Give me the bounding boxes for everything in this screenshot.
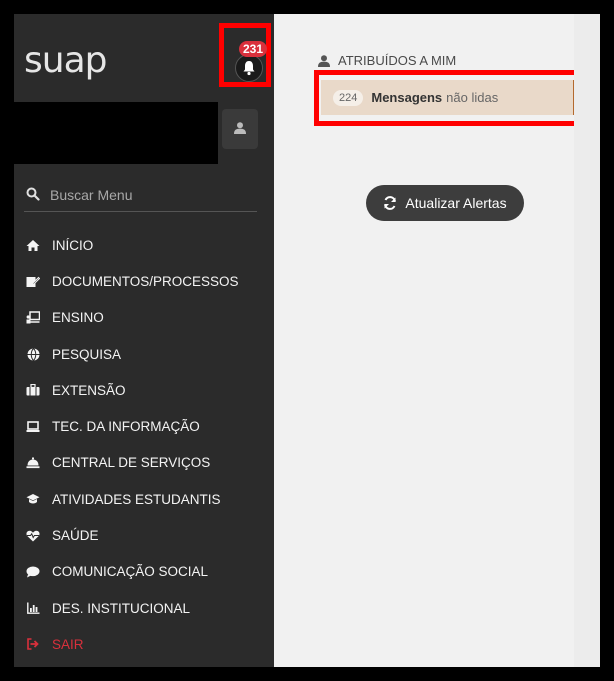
home-icon xyxy=(26,238,40,252)
menu-item-inicio[interactable]: INÍCIO xyxy=(14,227,274,263)
menu-item-comunicacao-social[interactable]: COMUNICAÇÃO SOCIAL xyxy=(14,554,274,590)
notification-count-badge: 231 xyxy=(239,41,268,57)
sidebar: suap 231 Buscar Menu INÍCIO DOCUMENTOS/P… xyxy=(14,14,274,667)
heartbeat-icon xyxy=(26,529,40,543)
laptop-icon xyxy=(26,420,40,434)
menu-item-label: DOCUMENTOS/PROCESSOS xyxy=(52,273,239,289)
menu-item-label: SAIR xyxy=(52,636,84,652)
search-input[interactable] xyxy=(50,183,250,207)
right-panel xyxy=(574,14,600,667)
chat-bubble-icon xyxy=(26,565,40,579)
menu-item-extensao[interactable]: EXTENSÃO xyxy=(14,372,274,408)
suap-logo[interactable]: suap xyxy=(24,40,107,81)
user-info xyxy=(14,102,218,164)
globe-icon xyxy=(26,347,40,361)
alert-title: Mensagens xyxy=(371,90,443,105)
notifications-highlight: 231 xyxy=(219,23,271,87)
menu-item-label: CENTRAL DE SERVIÇOS xyxy=(52,455,211,471)
menu-item-sair[interactable]: SAIR xyxy=(14,626,274,662)
menu-item-label: DES. INSTITUCIONAL xyxy=(52,600,191,616)
menu-item-label: COMUNICAÇÃO SOCIAL xyxy=(52,564,209,580)
app-window: suap 231 Buscar Menu INÍCIO DOCUMENTOS/P… xyxy=(14,14,600,667)
main-content: ATRIBUÍDOS A MIM 224 Mensagens não lidas… xyxy=(274,14,585,667)
menu-item-label: TEC. DA INFORMAÇÃO xyxy=(52,419,200,435)
menu-item-label: INÍCIO xyxy=(52,237,94,253)
user-icon xyxy=(234,122,246,134)
briefcase-icon xyxy=(26,383,40,397)
menu-item-label: ATIVIDADES ESTUDANTIS xyxy=(52,491,221,507)
document-edit-icon xyxy=(26,274,40,288)
menu-item-label: EXTENSÃO xyxy=(52,382,126,398)
alert-highlight: 224 Mensagens não lidas xyxy=(314,70,585,126)
assigned-section-title: ATRIBUÍDOS A MIM xyxy=(338,53,457,68)
refresh-alerts-button[interactable]: Atualizar Alertas xyxy=(366,185,524,221)
graduation-cap-icon xyxy=(26,492,40,506)
menu-search xyxy=(24,180,257,212)
alert-subtitle: não lidas xyxy=(446,90,499,105)
alert-count-badge: 224 xyxy=(333,89,364,106)
menu-item-label: SAÚDE xyxy=(52,528,99,544)
assigned-section-header: ATRIBUÍDOS A MIM xyxy=(318,53,456,68)
menu-item-atividades-estudantis[interactable]: ATIVIDADES ESTUDANTIS xyxy=(14,481,274,517)
menu-item-saude[interactable]: SAÚDE xyxy=(14,517,274,553)
user-menu-button[interactable] xyxy=(222,109,258,149)
menu-item-label: PESQUISA xyxy=(52,346,122,362)
menu-item-label: ENSINO xyxy=(52,310,104,326)
notifications-button[interactable] xyxy=(235,54,263,82)
unread-messages-alert[interactable]: 224 Mensagens não lidas xyxy=(321,80,576,115)
search-icon xyxy=(26,187,40,201)
refresh-icon xyxy=(384,196,397,210)
menu-item-central-servicos[interactable]: CENTRAL DE SERVIÇOS xyxy=(14,445,274,481)
main-menu: INÍCIO DOCUMENTOS/PROCESSOS ENSINO PESQU… xyxy=(14,227,274,663)
sign-out-icon xyxy=(26,637,40,651)
bell-icon xyxy=(243,61,255,76)
menu-item-des-institucional[interactable]: DES. INSTITUCIONAL xyxy=(14,590,274,626)
service-bell-icon xyxy=(26,456,40,470)
user-icon xyxy=(318,54,330,67)
menu-item-ensino[interactable]: ENSINO xyxy=(14,300,274,336)
menu-item-documentos[interactable]: DOCUMENTOS/PROCESSOS xyxy=(14,263,274,299)
menu-item-pesquisa[interactable]: PESQUISA xyxy=(14,336,274,372)
bar-chart-icon xyxy=(26,601,40,615)
refresh-alerts-label: Atualizar Alertas xyxy=(405,195,507,211)
menu-item-tec-informacao[interactable]: TEC. DA INFORMAÇÃO xyxy=(14,408,274,444)
teacher-board-icon xyxy=(26,311,40,325)
